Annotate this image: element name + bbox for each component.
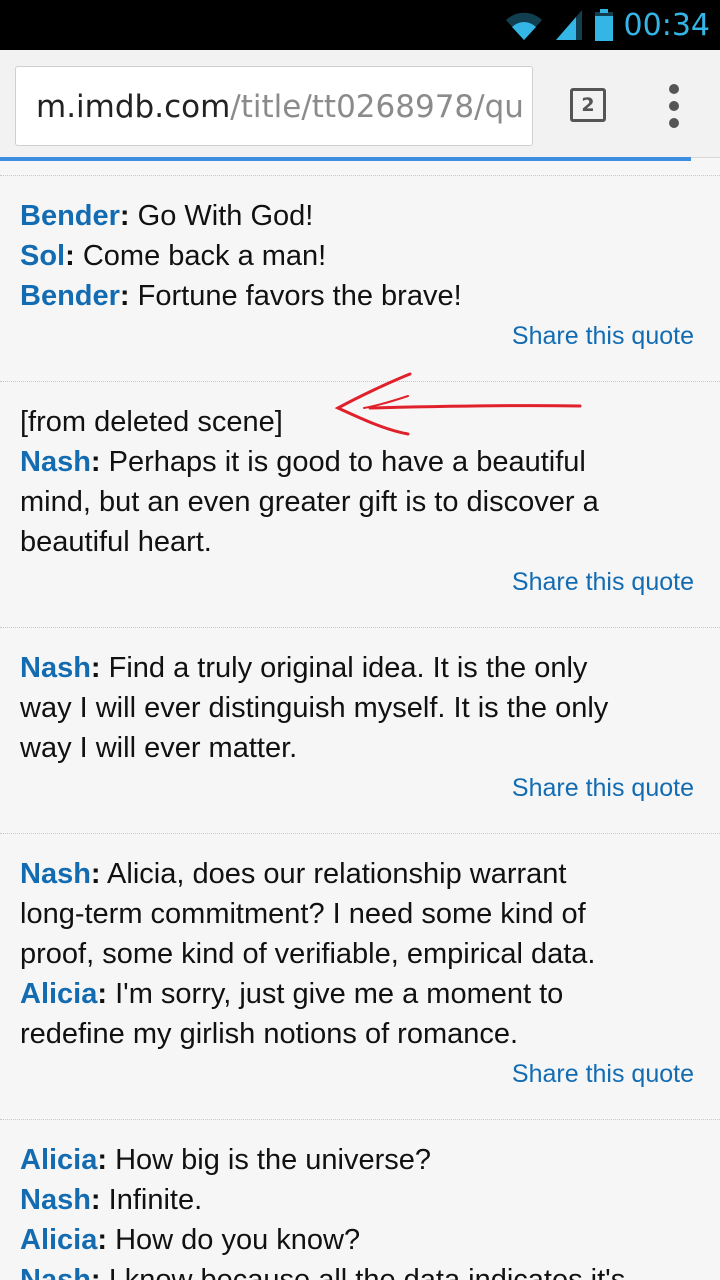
quote-line-cont: proof, some kind of verifiable, empirica… <box>20 938 596 970</box>
quote-text: Fortune favors the brave! <box>129 280 462 312</box>
quote-line: Bender: Fortune favors the brave! <box>20 280 462 312</box>
quote-text: I'm sorry, just give me a moment to <box>107 978 564 1010</box>
speaker-link[interactable]: Alicia <box>20 1224 97 1256</box>
speaker-link[interactable]: Nash <box>20 446 91 478</box>
quotes-list: Bender: Go With God! Sol: Come back a ma… <box>0 161 720 1280</box>
quote-line-cont: beautiful heart. <box>20 526 212 558</box>
speaker-link[interactable]: Alicia <box>20 1144 97 1176</box>
quote-text: Find a truly original idea. It is the on… <box>100 652 588 684</box>
url-host: m.imdb.com <box>36 89 231 125</box>
quote-item: Nash: Alicia, does our relationship warr… <box>0 833 720 1119</box>
share-quote-link[interactable]: Share this quote <box>20 564 700 600</box>
status-icons: 00:34 <box>504 0 710 50</box>
quote-note: [from deleted scene] <box>20 406 283 438</box>
battery-icon <box>594 9 613 41</box>
browser-toolbar: m.imdb.com/title/tt0268978/qu 2 <box>0 50 720 158</box>
quote-line: Nash: Find a truly original idea. It is … <box>20 652 588 684</box>
url-bar[interactable]: m.imdb.com/title/tt0268978/qu <box>15 66 533 146</box>
quote-line: Alicia: I'm sorry, just give me a moment… <box>20 978 564 1010</box>
quote-text: Infinite. <box>100 1184 203 1216</box>
url-path: /title/tt0268978/qu <box>230 89 524 125</box>
speaker-link[interactable]: Nash <box>20 652 91 684</box>
quote-text: Go With God! <box>129 200 314 232</box>
speaker-link[interactable]: Bender <box>20 200 120 232</box>
quote-line: Alicia: How big is the universe? <box>20 1144 432 1176</box>
quote-text: Alicia, does our relationship warrant <box>100 858 567 890</box>
overflow-menu-icon[interactable] <box>664 84 684 128</box>
quote-line-cont: long-term commitment? I need some kind o… <box>20 898 586 930</box>
wifi-icon <box>505 12 542 41</box>
status-time: 00:34 <box>623 7 710 43</box>
tab-switcher-button[interactable]: 2 <box>570 88 606 122</box>
url-text: m.imdb.com/title/tt0268978/qu <box>36 87 524 127</box>
quote-item: Alicia: How big is the universe? Nash: I… <box>0 1119 720 1280</box>
quote-text: How do you know? <box>107 1224 361 1256</box>
speaker-link[interactable]: Nash <box>20 1184 91 1216</box>
quote-line: Sol: Come back a man! <box>20 240 327 272</box>
quote-line-cont: way I will ever matter. <box>20 732 298 764</box>
speaker-link[interactable]: Alicia <box>20 978 97 1010</box>
quote-line-cont: redefine my girlish notions of romance. <box>20 1018 519 1050</box>
quote-item: Nash: Find a truly original idea. It is … <box>0 627 720 833</box>
quote-text: Come back a man! <box>74 240 327 272</box>
quote-line: Nash: Alicia, does our relationship warr… <box>20 858 567 890</box>
quote-line: Bender: Go With God! <box>20 200 314 232</box>
signal-icon <box>555 10 582 40</box>
quote-line: Nash: Perhaps it is good to have a beaut… <box>20 446 586 478</box>
status-bar: 00:34 <box>0 0 720 50</box>
quote-line: Alicia: How do you know? <box>20 1224 361 1256</box>
quote-item: Bender: Go With God! Sol: Come back a ma… <box>0 175 720 381</box>
share-quote-link[interactable]: Share this quote <box>20 1056 700 1092</box>
share-quote-link[interactable]: Share this quote <box>20 770 700 806</box>
quote-text: How big is the universe? <box>107 1144 432 1176</box>
quote-text: Perhaps it is good to have a beautiful <box>100 446 586 478</box>
share-quote-link[interactable]: Share this quote <box>20 318 700 354</box>
speaker-link[interactable]: Nash <box>20 1264 91 1280</box>
quote-item: [from deleted scene] Nash: Perhaps it is… <box>0 381 720 627</box>
speaker-link[interactable]: Sol <box>20 240 65 272</box>
speaker-link[interactable]: Nash <box>20 858 91 890</box>
quote-text: I know because all the data indicates it… <box>100 1264 626 1280</box>
quote-line: Nash: Infinite. <box>20 1184 203 1216</box>
speaker-link[interactable]: Bender <box>20 280 120 312</box>
quote-line-cont: way I will ever distinguish myself. It i… <box>20 692 609 724</box>
quote-line-cont: mind, but an even greater gift is to dis… <box>20 486 599 518</box>
quote-line: Nash: I know because all the data indica… <box>20 1260 700 1280</box>
